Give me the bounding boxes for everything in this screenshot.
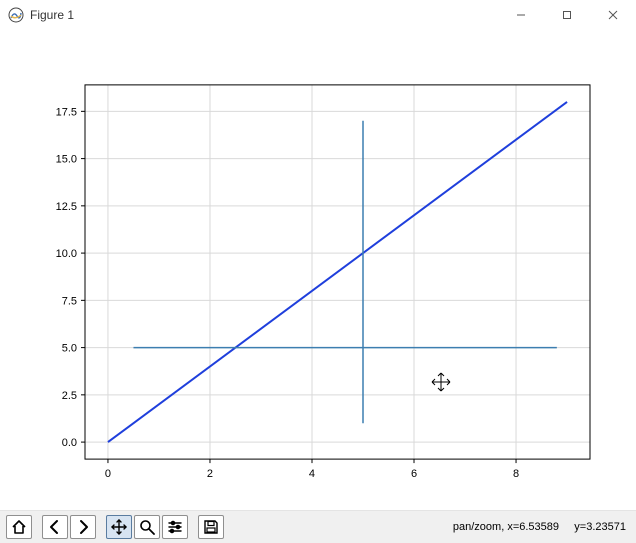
figure-canvas[interactable]: 0 2 4 6 8 0.0 2.5 5.0 7.5 10.0 12.5 15.0 17.5 [0, 30, 636, 510]
matplotlib-figure-window: Figure 1 0 2 4 6 8 0.0 2.5 5.0 7.5 10.0 12.5 15.0 17… [0, 0, 636, 543]
window-title: Figure 1 [30, 8, 74, 22]
svg-text:2: 2 [207, 468, 213, 480]
svg-text:4: 4 [309, 468, 315, 480]
forward-button[interactable] [70, 515, 96, 539]
svg-text:15.0: 15.0 [56, 154, 77, 166]
pan-button[interactable] [106, 515, 132, 539]
svg-text:12.5: 12.5 [56, 201, 77, 213]
svg-text:0.0: 0.0 [62, 437, 77, 449]
svg-text:6: 6 [411, 468, 417, 480]
svg-text:8: 8 [513, 468, 519, 480]
svg-text:17.5: 17.5 [56, 106, 77, 118]
svg-text:2.5: 2.5 [62, 390, 77, 402]
svg-text:0: 0 [105, 468, 111, 480]
svg-text:7.5: 7.5 [62, 295, 77, 307]
home-button[interactable] [6, 515, 32, 539]
titlebar: Figure 1 [0, 0, 636, 30]
app-icon [8, 7, 24, 23]
save-button[interactable] [198, 515, 224, 539]
status-mode: pan/zoom [453, 521, 501, 533]
svg-text:5.0: 5.0 [62, 343, 77, 355]
close-button[interactable] [590, 0, 636, 30]
configure-subplots-button[interactable] [162, 515, 188, 539]
navigation-toolbar: pan/zoom, x=6.53589 y=3.23571 [0, 510, 636, 543]
coordinate-readout: pan/zoom, x=6.53589 y=3.23571 [435, 509, 630, 543]
back-button[interactable] [42, 515, 68, 539]
axes: 0 2 4 6 8 0.0 2.5 5.0 7.5 10.0 12.5 15.0 17.5 [0, 30, 636, 510]
coord-y: 3.23571 [586, 521, 626, 533]
svg-text:10.0: 10.0 [56, 248, 77, 260]
zoom-button[interactable] [134, 515, 160, 539]
minimize-button[interactable] [498, 0, 544, 30]
coord-x: 6.53589 [519, 521, 559, 533]
maximize-button[interactable] [544, 0, 590, 30]
